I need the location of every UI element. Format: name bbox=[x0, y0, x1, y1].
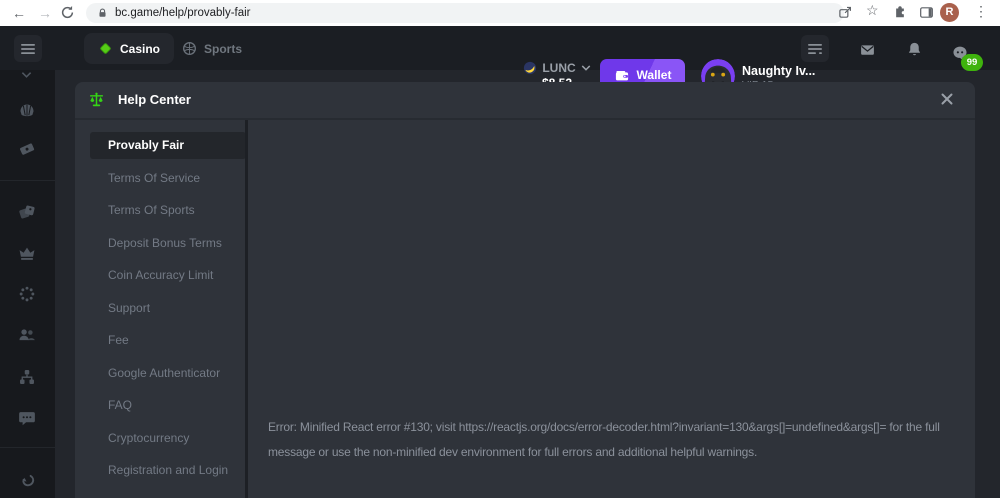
affiliate-icon[interactable] bbox=[18, 368, 36, 386]
forward-icon[interactable]: → bbox=[34, 3, 56, 23]
forum-icon[interactable] bbox=[18, 409, 36, 427]
help-menu-item-fee[interactable]: Fee bbox=[90, 327, 246, 354]
tab-sports-label: Sports bbox=[204, 42, 242, 56]
browser-profile-avatar[interactable]: R bbox=[940, 3, 959, 22]
left-icon-rail bbox=[0, 70, 55, 498]
friends-icon[interactable] bbox=[18, 326, 36, 344]
help-menu-item-clipped[interactable]: BC Game Policy bbox=[90, 490, 246, 498]
scales-icon bbox=[88, 91, 105, 108]
crown-icon[interactable] bbox=[18, 244, 36, 262]
help-content-area: Error: Minified React error #130; visit … bbox=[249, 120, 975, 498]
star-icon[interactable]: ☆ bbox=[866, 2, 879, 19]
currency-code: LUNC bbox=[542, 61, 575, 75]
browser-menu-dots-icon[interactable]: ⋮ bbox=[974, 3, 988, 20]
share-icon[interactable] bbox=[838, 5, 853, 20]
menu-content-divider bbox=[245, 120, 248, 498]
chevron-down-icon bbox=[581, 64, 591, 72]
circle-dots-icon[interactable] bbox=[18, 285, 36, 303]
collapse-chevron-icon[interactable] bbox=[21, 71, 32, 79]
modal-header: Help Center bbox=[75, 82, 975, 120]
mail-icon[interactable] bbox=[858, 42, 877, 58]
help-menu-item-deposit-bonus-terms[interactable]: Deposit Bonus Terms bbox=[90, 230, 246, 257]
chat-unread-badge: 99 bbox=[961, 54, 983, 71]
browser-chrome: ← → bc.game/help/provably-fair ☆ R ⋮ bbox=[0, 0, 1000, 27]
shell-icon[interactable] bbox=[18, 102, 36, 120]
help-menu: Provably Fair Terms Of Service Terms Of … bbox=[90, 132, 246, 498]
casino-diamond-icon bbox=[98, 41, 113, 56]
help-menu-item-terms-of-sports[interactable]: Terms Of Sports bbox=[90, 197, 246, 224]
betslip-list-icon bbox=[808, 43, 822, 55]
sidebar-toggle-button[interactable] bbox=[14, 35, 42, 62]
lock-icon bbox=[97, 7, 108, 19]
address-bar[interactable]: bc.game/help/provably-fair bbox=[86, 3, 844, 23]
top-navbar: Casino Sports LUNC $8.52 bbox=[0, 26, 1000, 70]
refresh-icon[interactable] bbox=[60, 5, 75, 20]
bell-icon[interactable] bbox=[906, 41, 923, 58]
hook-icon[interactable] bbox=[18, 473, 36, 491]
tab-casino-label: Casino bbox=[120, 42, 160, 56]
coin-icon bbox=[523, 61, 537, 75]
tab-sports[interactable]: Sports bbox=[168, 33, 256, 64]
help-menu-item-coin-accuracy-limit[interactable]: Coin Accuracy Limit bbox=[90, 262, 246, 289]
help-menu-item-terms-of-service[interactable]: Terms Of Service bbox=[90, 165, 246, 192]
help-center-modal: Help Center Provably Fair Terms Of Servi… bbox=[75, 82, 975, 498]
wallet-icon bbox=[614, 68, 630, 83]
back-icon[interactable]: ← bbox=[8, 3, 30, 23]
help-menu-item-registration-and-login[interactable]: Registration and Login bbox=[90, 457, 246, 484]
username[interactable]: Naughty Iv... bbox=[742, 64, 815, 78]
help-menu-item-cryptocurrency[interactable]: Cryptocurrency bbox=[90, 425, 246, 452]
betslip-button[interactable] bbox=[801, 35, 829, 62]
help-menu-item-provably-fair[interactable]: Provably Fair bbox=[90, 132, 246, 159]
help-menu-item-google-authenticator[interactable]: Google Authenticator bbox=[90, 360, 246, 387]
help-menu-item-support[interactable]: Support bbox=[90, 295, 246, 322]
tags-icon[interactable] bbox=[18, 203, 36, 221]
side-panel-icon[interactable] bbox=[919, 5, 934, 20]
tab-casino[interactable]: Casino bbox=[84, 33, 174, 64]
react-error-message: Error: Minified React error #130; visit … bbox=[268, 415, 944, 465]
wallet-label: Wallet bbox=[637, 68, 672, 82]
ticket-icon[interactable] bbox=[18, 140, 36, 158]
hamburger-icon bbox=[21, 43, 35, 55]
help-menu-item-faq[interactable]: FAQ bbox=[90, 392, 246, 419]
url-text[interactable]: bc.game/help/provably-fair bbox=[115, 7, 251, 19]
modal-title: Help Center bbox=[118, 92, 191, 107]
close-icon[interactable] bbox=[939, 91, 957, 109]
screen: ← → bc.game/help/provably-fair ☆ R ⋮ bbox=[0, 0, 1000, 498]
sports-ball-icon bbox=[182, 41, 197, 56]
extensions-icon[interactable] bbox=[893, 5, 907, 19]
